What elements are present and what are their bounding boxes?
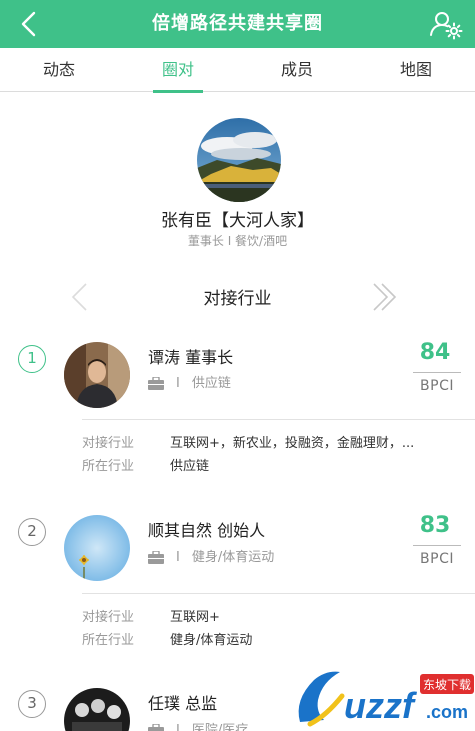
person-photo	[64, 342, 130, 408]
next-button[interactable]	[370, 282, 400, 312]
group-photo	[64, 688, 130, 731]
tab-members[interactable]: 成员	[238, 48, 356, 92]
circle-settings-button[interactable]	[429, 8, 463, 40]
tab-circle-pairs[interactable]: 圈对	[119, 48, 237, 93]
avatar[interactable]	[64, 688, 130, 731]
briefcase-icon	[148, 377, 164, 390]
briefcase-icon	[148, 551, 164, 564]
rank-badge: 2	[18, 518, 46, 546]
match-card[interactable]: 1 谭涛 董事长 I 供应链 84 BPCI 对接行业 互联网+，新农业，投融资，金…	[0, 330, 475, 480]
score-label: BPCI	[420, 378, 454, 394]
person-name: 任璞 总监	[148, 694, 218, 713]
svg-text:.com: .com	[426, 702, 468, 722]
current-industry-row: 所在行业 供应链	[82, 455, 462, 474]
profile-avatar[interactable]	[197, 118, 281, 202]
avatar[interactable]	[64, 515, 130, 581]
person-meta: I 供应链	[148, 372, 231, 391]
match-card[interactable]: 2 顺其自然 创始人 I 健身/体育运动 83 BPCI 对接行业 互联网+ 所…	[0, 505, 475, 655]
profile-subtitle: 董事长 I 餐饮/酒吧	[187, 234, 288, 248]
detail-value: 互联网+	[170, 610, 220, 625]
section-title: 对接行业	[203, 289, 272, 309]
score-value: 84	[419, 340, 451, 365]
landscape-photo	[197, 118, 281, 202]
rank-badge: 1	[18, 345, 46, 373]
industry-label: 医院/医疗	[191, 723, 249, 731]
rank-badge: 3	[18, 690, 46, 718]
person-meta: I 健身/体育运动	[148, 546, 274, 565]
detail-label: 对接行业	[82, 610, 135, 625]
score-divider	[413, 545, 461, 546]
page-title: 倍增路径共建共享圈	[152, 13, 323, 34]
svg-text:uzzf: uzzf	[344, 685, 417, 726]
tab-dynamics[interactable]: 动态	[0, 48, 118, 92]
person-name: 顺其自然 创始人	[148, 521, 266, 540]
uzzf-logo-icon: uzzf .com 东坡下载	[298, 671, 474, 727]
score-divider	[413, 372, 461, 373]
connect-industry-row: 对接行业 互联网+，新农业，投融资，金融理财，...	[82, 432, 462, 451]
industry-label: 健身/体育运动	[191, 550, 275, 565]
top-navbar: 倍增路径共建共享圈	[0, 0, 475, 48]
flower-photo	[64, 515, 130, 581]
detail-value: 供应链	[170, 459, 210, 474]
score-label: BPCI	[420, 551, 454, 567]
tab-bar: 动态 圈对 成员 地图	[0, 48, 475, 93]
detail-label: 所在行业	[82, 459, 135, 474]
avatar[interactable]	[64, 342, 130, 408]
current-industry-row: 所在行业 健身/体育运动	[82, 629, 462, 648]
detail-value: 互联网+，新农业，投融资，金融理财，...	[170, 436, 415, 451]
meta-separator: I	[176, 376, 180, 391]
detail-label: 对接行业	[82, 436, 135, 451]
card-divider	[82, 419, 475, 420]
profile-name: 张有臣【大河人家】	[161, 211, 314, 231]
score-value: 83	[419, 513, 451, 538]
detail-value: 健身/体育运动	[170, 633, 253, 648]
user-settings-icon	[430, 12, 463, 40]
person-name: 谭涛 董事长	[148, 348, 234, 367]
industry-label: 供应链	[191, 376, 231, 391]
section-header: 对接行业	[0, 280, 475, 314]
briefcase-icon	[148, 724, 164, 731]
connect-industry-row: 对接行业 互联网+	[82, 606, 462, 625]
site-watermark: uzzf .com 东坡下载	[292, 660, 475, 731]
double-chevron-right-icon	[373, 283, 397, 311]
card-divider	[82, 593, 475, 594]
meta-separator: I	[176, 550, 180, 565]
person-meta: I 医院/医疗	[148, 719, 248, 731]
svg-text:东坡下载: 东坡下载	[423, 678, 471, 692]
meta-separator: I	[176, 723, 180, 731]
tab-map[interactable]: 地图	[357, 48, 475, 92]
detail-label: 所在行业	[82, 633, 135, 648]
